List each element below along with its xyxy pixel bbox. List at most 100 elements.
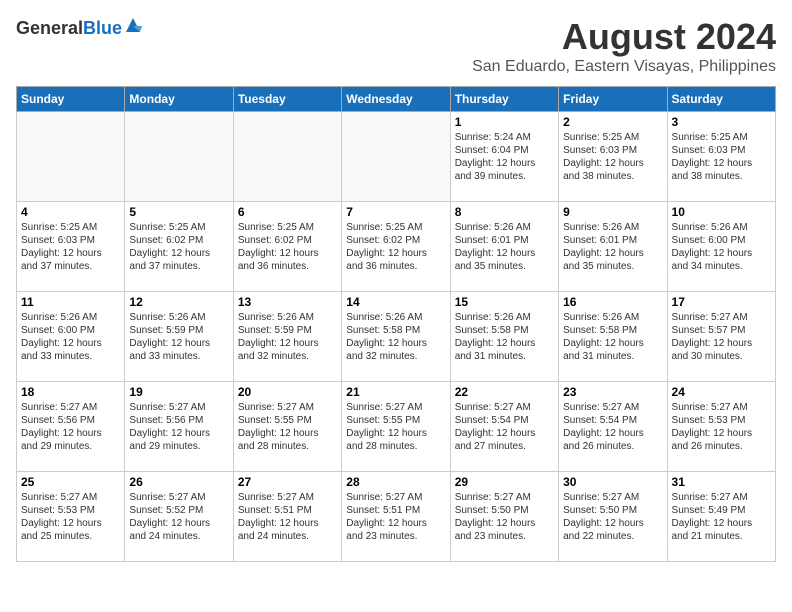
day-number: 18 (21, 385, 120, 399)
day-info: Sunrise: 5:26 AM Sunset: 6:01 PM Dayligh… (455, 221, 554, 273)
day-info: Sunrise: 5:27 AM Sunset: 5:52 PM Dayligh… (129, 491, 228, 543)
day-number: 17 (672, 295, 771, 309)
logo-general-text: General (16, 18, 83, 39)
day-number: 23 (563, 385, 662, 399)
day-info: Sunrise: 5:27 AM Sunset: 5:50 PM Dayligh… (455, 491, 554, 543)
day-info: Sunrise: 5:25 AM Sunset: 6:03 PM Dayligh… (672, 131, 771, 183)
day-info: Sunrise: 5:26 AM Sunset: 5:58 PM Dayligh… (346, 311, 445, 363)
day-info: Sunrise: 5:25 AM Sunset: 6:02 PM Dayligh… (238, 221, 337, 273)
calendar-cell: 7Sunrise: 5:25 AM Sunset: 6:02 PM Daylig… (342, 202, 450, 292)
location-subtitle: San Eduardo, Eastern Visayas, Philippine… (472, 58, 776, 76)
day-info: Sunrise: 5:26 AM Sunset: 5:59 PM Dayligh… (129, 311, 228, 363)
day-number: 27 (238, 475, 337, 489)
calendar-cell: 3Sunrise: 5:25 AM Sunset: 6:03 PM Daylig… (667, 112, 775, 202)
day-number: 11 (21, 295, 120, 309)
calendar-cell: 22 Sunrise: 5:27 AM Sunset: 5:54 PM Dayli… (450, 382, 558, 472)
header: General Blue August 2024 San Eduardo, Ea… (16, 16, 776, 76)
day-info: Sunrise: 5:27 AM Sunset: 5:55 PM Dayligh… (346, 401, 445, 453)
calendar-cell: 28Sunrise: 5:27 AM Sunset: 5:51 PM Dayli… (342, 472, 450, 562)
week-row-1: 1Sunrise: 5:24 AM Sunset: 6:04 PM Daylig… (17, 112, 776, 202)
day-info: Sunrise: 5:27 AM Sunset: 5:53 PM Dayligh… (21, 491, 120, 543)
day-info: Sunrise: 5:25 AM Sunset: 6:02 PM Dayligh… (346, 221, 445, 273)
week-row-2: 4 Sunrise: 5:25 AM Sunset: 6:03 PM Daylig… (17, 202, 776, 292)
day-info: Sunrise: 5:27 AM Sunset: 5:54 PM Dayligh… (563, 401, 662, 453)
day-info: Sunrise: 5:25 AM Sunset: 6:02 PM Dayligh… (129, 221, 228, 273)
day-number: 5 (129, 205, 228, 219)
calendar-cell: 23 Sunrise: 5:27 AM Sunset: 5:54 PM Dayli… (559, 382, 667, 472)
weekday-header-thursday: Thursday (450, 87, 558, 112)
calendar-cell: 6 Sunrise: 5:25 AM Sunset: 6:02 PM Daylig… (233, 202, 341, 292)
day-info: Sunrise: 5:27 AM Sunset: 5:57 PM Dayligh… (672, 311, 771, 363)
weekday-header-saturday: Saturday (667, 87, 775, 112)
day-number: 20 (238, 385, 337, 399)
calendar-cell: 1Sunrise: 5:24 AM Sunset: 6:04 PM Daylig… (450, 112, 558, 202)
calendar-cell: 5 Sunrise: 5:25 AM Sunset: 6:02 PM Daylig… (125, 202, 233, 292)
calendar-cell: 10 Sunrise: 5:26 AM Sunset: 6:00 PM Dayli… (667, 202, 775, 292)
day-number: 26 (129, 475, 228, 489)
weekday-header-row: SundayMondayTuesdayWednesdayThursdayFrid… (17, 87, 776, 112)
day-number: 6 (238, 205, 337, 219)
calendar-cell: 24Sunrise: 5:27 AM Sunset: 5:53 PM Dayli… (667, 382, 775, 472)
weekday-header-friday: Friday (559, 87, 667, 112)
calendar-cell: 17 Sunrise: 5:27 AM Sunset: 5:57 PM Dayli… (667, 292, 775, 382)
calendar-cell: 8 Sunrise: 5:26 AM Sunset: 6:01 PM Daylig… (450, 202, 558, 292)
calendar-cell: 21 Sunrise: 5:27 AM Sunset: 5:55 PM Dayli… (342, 382, 450, 472)
logo-icon (124, 16, 142, 34)
day-number: 14 (346, 295, 445, 309)
day-number: 21 (346, 385, 445, 399)
calendar-cell (233, 112, 341, 202)
day-number: 16 (563, 295, 662, 309)
week-row-5: 25 Sunrise: 5:27 AM Sunset: 5:53 PM Dayli… (17, 472, 776, 562)
calendar-cell: 16 Sunrise: 5:26 AM Sunset: 5:58 PM Dayli… (559, 292, 667, 382)
day-number: 19 (129, 385, 228, 399)
day-number: 12 (129, 295, 228, 309)
calendar-cell (125, 112, 233, 202)
logo-blue-text: Blue (83, 18, 122, 39)
calendar-cell (342, 112, 450, 202)
day-info: Sunrise: 5:25 AM Sunset: 6:03 PM Dayligh… (563, 131, 662, 183)
day-info: Sunrise: 5:25 AM Sunset: 6:03 PM Dayligh… (21, 221, 120, 273)
weekday-header-monday: Monday (125, 87, 233, 112)
day-info: Sunrise: 5:27 AM Sunset: 5:56 PM Dayligh… (21, 401, 120, 453)
calendar-cell: 12 Sunrise: 5:26 AM Sunset: 5:59 PM Dayli… (125, 292, 233, 382)
weekday-header-sunday: Sunday (17, 87, 125, 112)
calendar-table: SundayMondayTuesdayWednesdayThursdayFrid… (16, 86, 776, 562)
day-info: Sunrise: 5:26 AM Sunset: 6:00 PM Dayligh… (21, 311, 120, 363)
day-info: Sunrise: 5:27 AM Sunset: 5:56 PM Dayligh… (129, 401, 228, 453)
day-info: Sunrise: 5:26 AM Sunset: 6:00 PM Dayligh… (672, 221, 771, 273)
day-info: Sunrise: 5:26 AM Sunset: 5:58 PM Dayligh… (563, 311, 662, 363)
day-info: Sunrise: 5:27 AM Sunset: 5:51 PM Dayligh… (238, 491, 337, 543)
calendar-cell: 19 Sunrise: 5:27 AM Sunset: 5:56 PM Dayli… (125, 382, 233, 472)
day-number: 4 (21, 205, 120, 219)
week-row-3: 11 Sunrise: 5:26 AM Sunset: 6:00 PM Dayli… (17, 292, 776, 382)
calendar-cell: 18 Sunrise: 5:27 AM Sunset: 5:56 PM Dayli… (17, 382, 125, 472)
calendar-cell (17, 112, 125, 202)
calendar-cell: 4 Sunrise: 5:25 AM Sunset: 6:03 PM Daylig… (17, 202, 125, 292)
weekday-header-wednesday: Wednesday (342, 87, 450, 112)
day-number: 24 (672, 385, 771, 399)
day-number: 29 (455, 475, 554, 489)
day-info: Sunrise: 5:27 AM Sunset: 5:54 PM Dayligh… (455, 401, 554, 453)
calendar-cell: 30 Sunrise: 5:27 AM Sunset: 5:50 PM Dayli… (559, 472, 667, 562)
day-number: 25 (21, 475, 120, 489)
calendar-cell: 27 Sunrise: 5:27 AM Sunset: 5:51 PM Dayli… (233, 472, 341, 562)
calendar-cell: 25 Sunrise: 5:27 AM Sunset: 5:53 PM Dayli… (17, 472, 125, 562)
day-info: Sunrise: 5:27 AM Sunset: 5:55 PM Dayligh… (238, 401, 337, 453)
day-number: 10 (672, 205, 771, 219)
day-info: Sunrise: 5:24 AM Sunset: 6:04 PM Dayligh… (455, 131, 554, 183)
calendar-cell: 14 Sunrise: 5:26 AM Sunset: 5:58 PM Dayli… (342, 292, 450, 382)
logo: General Blue (16, 16, 142, 40)
day-number: 13 (238, 295, 337, 309)
day-number: 31 (672, 475, 771, 489)
day-number: 8 (455, 205, 554, 219)
day-number: 22 (455, 385, 554, 399)
day-number: 9 (563, 205, 662, 219)
day-number: 30 (563, 475, 662, 489)
day-info: Sunrise: 5:27 AM Sunset: 5:50 PM Dayligh… (563, 491, 662, 543)
calendar-cell: 26 Sunrise: 5:27 AM Sunset: 5:52 PM Dayli… (125, 472, 233, 562)
calendar-cell: 9Sunrise: 5:26 AM Sunset: 6:01 PM Daylig… (559, 202, 667, 292)
calendar-cell: 11 Sunrise: 5:26 AM Sunset: 6:00 PM Dayli… (17, 292, 125, 382)
calendar-cell: 20 Sunrise: 5:27 AM Sunset: 5:55 PM Dayli… (233, 382, 341, 472)
calendar-cell: 15Sunrise: 5:26 AM Sunset: 5:58 PM Dayli… (450, 292, 558, 382)
day-info: Sunrise: 5:27 AM Sunset: 5:49 PM Dayligh… (672, 491, 771, 543)
